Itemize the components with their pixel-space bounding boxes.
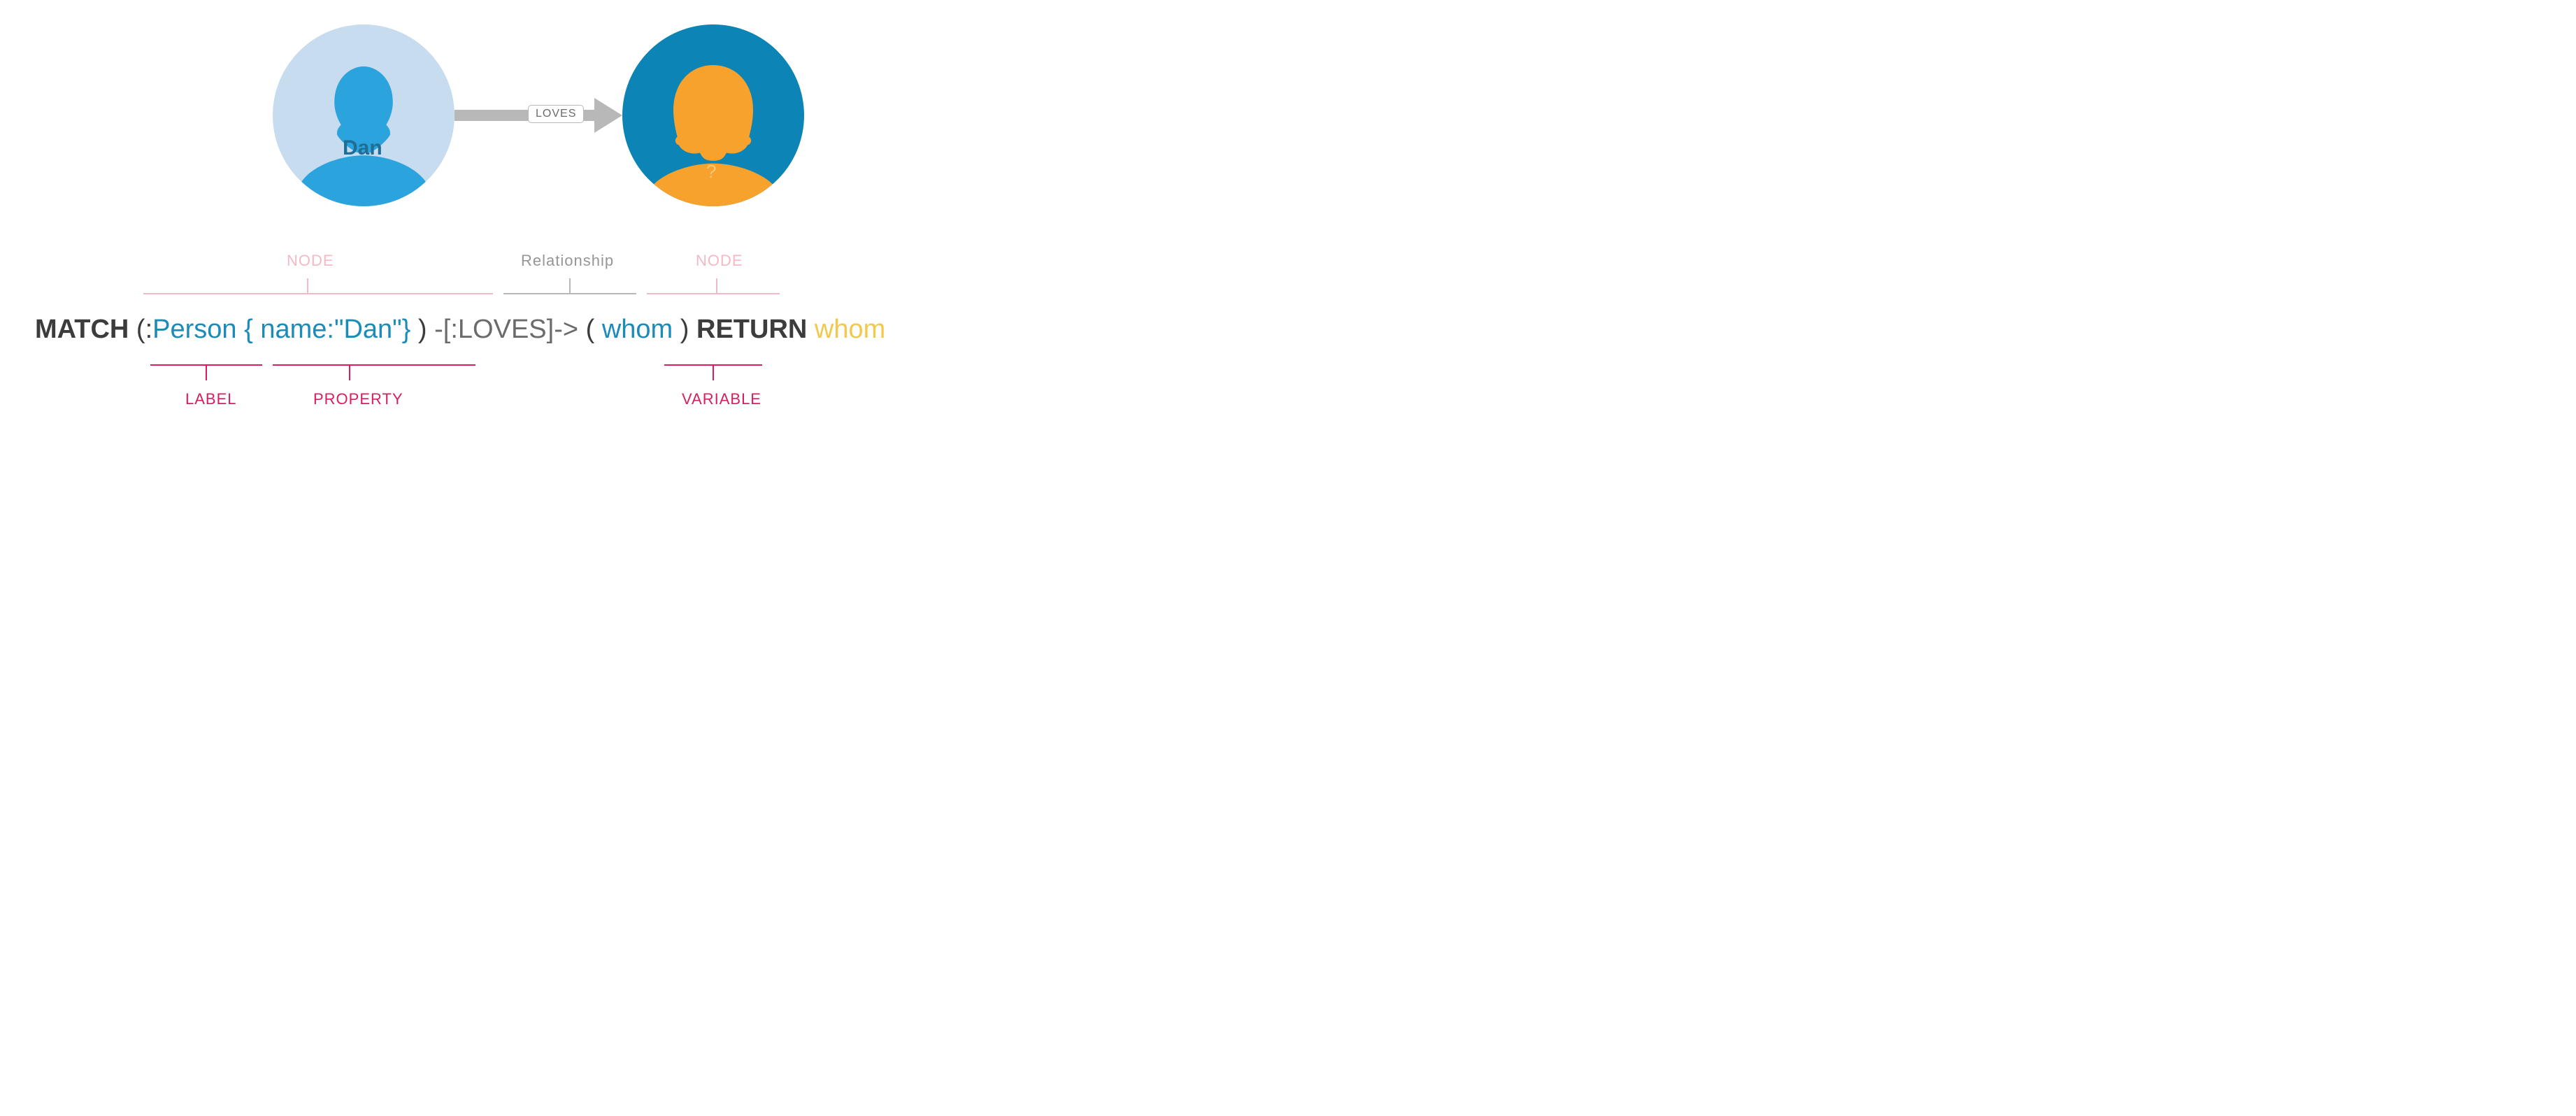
paren-open-1: (	[129, 315, 145, 344]
avatar-dan	[273, 24, 455, 206]
paren-close-2: )	[673, 315, 696, 344]
whom-label: ?	[706, 161, 716, 183]
props-name-dan: { name:"Dan"}	[244, 315, 410, 344]
variable-whom: whom	[602, 315, 673, 344]
rel-loves: -[:LOVES]->	[434, 315, 578, 344]
node-annotation-2: NODE	[696, 252, 743, 270]
bracket-label-bottom	[150, 357, 262, 385]
relationship-arrow: LOVES	[455, 98, 622, 133]
label-annotation: LABEL	[185, 390, 237, 408]
return-whom: whom	[807, 315, 885, 344]
paren-open-2: (	[578, 315, 602, 344]
relationship-annotation: Relationship	[521, 252, 614, 270]
cypher-query: MATCH (:Person { name:"Dan"} ) -[:LOVES]…	[35, 315, 1070, 345]
match-keyword: MATCH	[35, 315, 129, 344]
variable-annotation: VARIABLE	[682, 390, 761, 408]
bracket-property-bottom	[273, 357, 475, 385]
bracket-relationship	[503, 277, 636, 305]
cypher-diagram: Dan LOVES ? NODE Relationship NODE MATCH…	[14, 14, 1059, 451]
node-annotation-1: NODE	[287, 252, 334, 270]
person-female-icon	[647, 59, 780, 206]
return-keyword: RETURN	[696, 315, 807, 344]
arrow-label: LOVES	[528, 105, 584, 123]
bracket-node-2	[647, 277, 780, 305]
colon-1: :	[145, 315, 153, 344]
bracket-node-1	[143, 277, 493, 305]
property-annotation: PROPERTY	[313, 390, 403, 408]
bracket-variable-bottom	[664, 357, 762, 385]
person-male-icon	[297, 59, 430, 206]
dan-label: Dan	[343, 136, 382, 160]
paren-close-1: )	[410, 315, 434, 344]
label-person: Person	[152, 315, 244, 344]
